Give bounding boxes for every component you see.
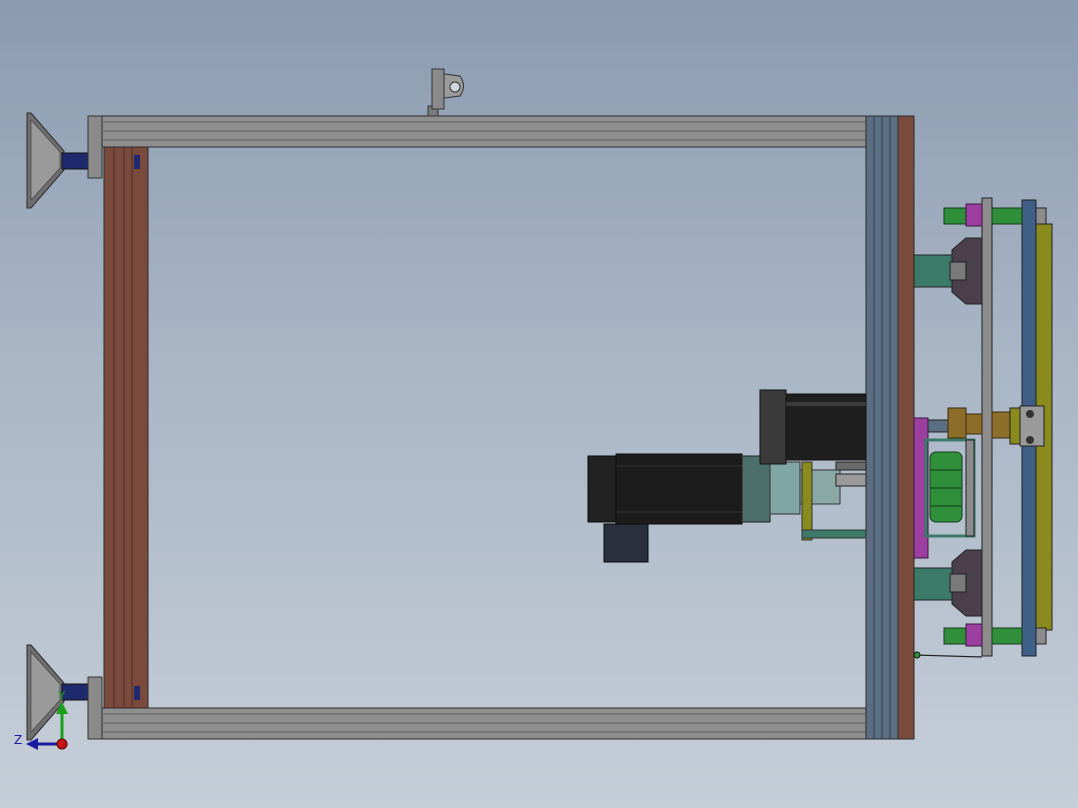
triad-z-label: Z [14,733,22,747]
gripper-assembly [913,197,1053,659]
triad-y-label: Y [57,689,66,703]
cad-drawing: Y Z [14,68,1053,750]
lifting-eye [427,68,464,117]
cad-viewport[interactable]: Y Z [0,0,1078,808]
leveling-foot-top [26,112,103,209]
x-axis-dot [56,738,68,750]
